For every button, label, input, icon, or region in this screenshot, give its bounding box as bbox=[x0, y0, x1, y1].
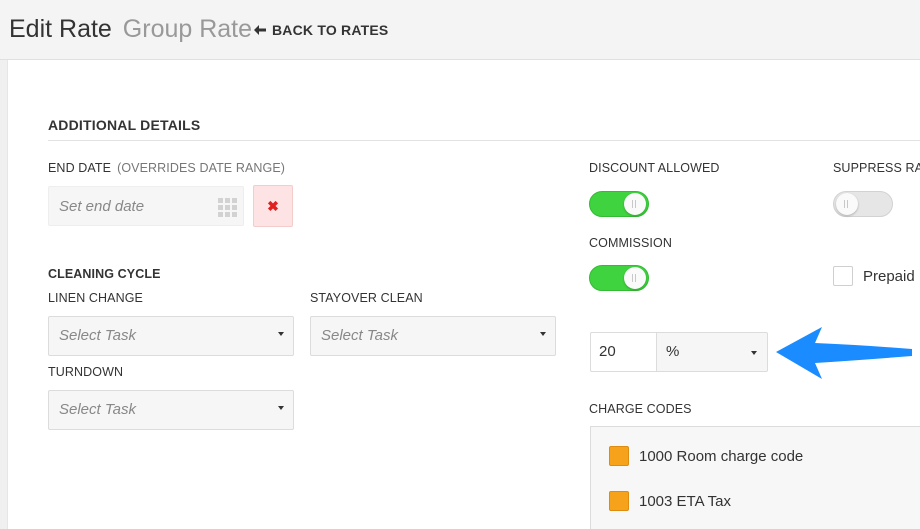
end-date-field[interactable]: Set end date bbox=[48, 186, 244, 226]
end-date-label: END DATE (OVERRIDES DATE RANGE) bbox=[48, 161, 285, 175]
stayover-clean-select[interactable]: Select Task bbox=[310, 316, 556, 356]
suppress-rate-toggle[interactable] bbox=[833, 191, 893, 217]
discount-allowed-toggle[interactable] bbox=[589, 191, 649, 217]
caret-down-icon bbox=[278, 332, 284, 336]
commission-unit-select[interactable]: % bbox=[656, 332, 768, 372]
prepaid-checkbox[interactable] bbox=[833, 266, 853, 286]
commission-toggle[interactable] bbox=[589, 265, 649, 291]
turndown-placeholder: Select Task bbox=[59, 401, 136, 418]
side-gutter bbox=[0, 60, 8, 529]
turndown-select[interactable]: Select Task bbox=[48, 390, 294, 430]
end-date-note: (OVERRIDES DATE RANGE) bbox=[117, 161, 286, 175]
back-to-rates-link[interactable]: BACK TO RATES bbox=[254, 22, 388, 38]
toggle-knob bbox=[624, 193, 646, 215]
section-divider bbox=[48, 140, 920, 141]
charge-code-swatch bbox=[609, 446, 629, 466]
suppress-rate-label: SUPPRESS RAT bbox=[833, 161, 920, 175]
charge-codes-list: 1000 Room charge code 1003 ETA Tax bbox=[590, 426, 920, 529]
toggle-knob bbox=[624, 267, 646, 289]
clear-end-date-button[interactable]: ✖ bbox=[253, 185, 293, 227]
charge-code-item[interactable]: 1003 ETA Tax bbox=[609, 491, 731, 511]
turndown-label: TURNDOWN bbox=[48, 365, 124, 379]
linen-change-select[interactable]: Select Task bbox=[48, 316, 294, 356]
blue-arrow-icon bbox=[776, 327, 912, 379]
arrow-left-icon bbox=[254, 23, 266, 38]
linen-change-label: LINEN CHANGE bbox=[48, 291, 143, 305]
end-date-label-text: END DATE bbox=[48, 161, 112, 175]
commission-value-input[interactable]: 20 bbox=[590, 332, 657, 372]
back-to-rates-label: BACK TO RATES bbox=[272, 22, 389, 38]
section-title: ADDITIONAL DETAILS bbox=[48, 117, 201, 133]
caret-down-icon bbox=[540, 332, 546, 336]
commission-unit-value: % bbox=[666, 343, 680, 360]
stayover-clean-label: STAYOVER CLEAN bbox=[310, 291, 423, 305]
commission-label: COMMISSION bbox=[589, 236, 672, 250]
page-title-main: Edit Rate bbox=[9, 15, 112, 43]
charge-code-swatch bbox=[609, 491, 629, 511]
charge-codes-label: CHARGE CODES bbox=[589, 402, 692, 416]
charge-code-item[interactable]: 1000 Room charge code bbox=[609, 446, 803, 466]
charge-code-label: 1000 Room charge code bbox=[639, 447, 804, 465]
page-title: Edit Rate Group Rate bbox=[9, 15, 252, 44]
close-icon: ✖ bbox=[267, 197, 279, 214]
caret-down-icon bbox=[278, 406, 284, 410]
toggle-knob bbox=[836, 193, 858, 215]
calendar-grid-icon[interactable] bbox=[218, 198, 238, 217]
linen-change-placeholder: Select Task bbox=[59, 327, 136, 344]
prepaid-label: Prepaid bbox=[863, 268, 915, 285]
cleaning-cycle-title: CLEANING CYCLE bbox=[48, 267, 161, 281]
discount-allowed-label: DISCOUNT ALLOWED bbox=[589, 161, 720, 175]
page-header: Edit Rate Group Rate BACK TO RATES bbox=[0, 0, 920, 60]
charge-code-label: 1003 ETA Tax bbox=[639, 492, 732, 510]
end-date-placeholder: Set end date bbox=[59, 198, 145, 215]
stayover-clean-placeholder: Select Task bbox=[321, 327, 398, 344]
page-title-rate-name: Group Rate bbox=[122, 15, 253, 43]
caret-down-icon bbox=[751, 351, 757, 355]
